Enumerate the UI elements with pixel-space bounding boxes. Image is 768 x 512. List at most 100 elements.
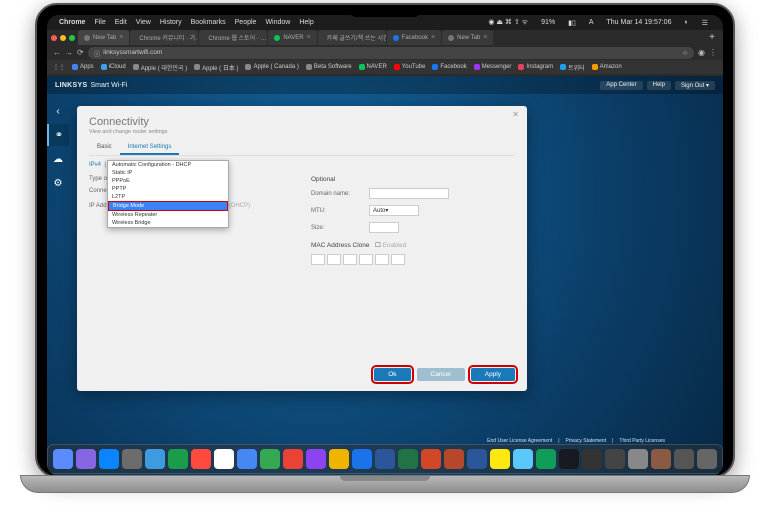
dock-app-icon[interactable] <box>260 449 280 469</box>
site-info-icon[interactable]: ⓘ <box>94 48 101 58</box>
mac-2[interactable] <box>327 254 341 265</box>
dock-app-icon[interactable] <box>674 449 694 469</box>
tab-close-icon[interactable]: × <box>307 34 311 41</box>
menu-window[interactable]: Window <box>265 19 290 26</box>
apply-button[interactable]: Apply <box>471 368 515 381</box>
mac-3[interactable] <box>343 254 357 265</box>
mac-1[interactable] <box>311 254 325 265</box>
mtu-select[interactable]: Auto ▾ <box>369 205 419 216</box>
size-input[interactable] <box>369 222 399 233</box>
app-name[interactable]: Chrome <box>59 19 85 26</box>
tab-close-icon[interactable]: × <box>431 34 435 41</box>
back-icon[interactable]: ← <box>53 48 61 57</box>
ok-button[interactable]: Ok <box>374 368 410 381</box>
browser-tab[interactable]: 카페 글쓰기/책 쓰는 시간× <box>318 30 386 45</box>
dropdown-option[interactable]: Wireless Repeater <box>108 211 228 219</box>
window-max-icon[interactable] <box>69 35 75 41</box>
signout-button[interactable]: Sign Out ▾ <box>675 81 715 90</box>
nav-settings-icon[interactable]: ⚙ <box>47 172 69 194</box>
nav-wifi-icon[interactable]: ☁ <box>47 148 69 170</box>
help-button[interactable]: Help <box>647 81 671 90</box>
bookmark-item[interactable]: iCloud <box>101 64 126 70</box>
dock-app-icon[interactable] <box>375 449 395 469</box>
domain-input[interactable] <box>369 188 449 199</box>
dock-app-icon[interactable] <box>444 449 464 469</box>
dock-app-icon[interactable] <box>352 449 372 469</box>
bookmark-item[interactable]: Apple ( Canada ) <box>245 64 298 70</box>
dock-app-icon[interactable] <box>283 449 303 469</box>
dock-app-icon[interactable] <box>467 449 487 469</box>
panel-close-icon[interactable]: ✕ <box>512 110 519 119</box>
bookmark-item[interactable]: Amazon <box>592 64 622 70</box>
dock-app-icon[interactable] <box>605 449 625 469</box>
bookmark-star-icon[interactable]: ☆ <box>682 49 688 57</box>
bookmark-item[interactable]: Beta Software <box>306 64 352 70</box>
mac-6[interactable] <box>391 254 405 265</box>
dock-app-icon[interactable] <box>490 449 510 469</box>
bookmark-item[interactable]: Messenger <box>474 64 512 70</box>
dock-app-icon[interactable] <box>628 449 648 469</box>
dock-app-icon[interactable] <box>651 449 671 469</box>
dock-app-icon[interactable] <box>76 449 96 469</box>
apps-shortcut-icon[interactable]: ⋮⋮ <box>53 64 65 71</box>
dock-app-icon[interactable] <box>53 449 73 469</box>
browser-tab[interactable]: Chrome 웹 스토어 · …× <box>199 30 267 45</box>
dock-app-icon[interactable] <box>559 449 579 469</box>
ipv4-label[interactable]: IPv4 <box>89 162 101 168</box>
bookmark-item[interactable]: Instagram <box>518 64 553 70</box>
dock-app-icon[interactable] <box>122 449 142 469</box>
bookmark-item[interactable]: NAVER <box>359 64 387 70</box>
window-close-icon[interactable] <box>51 35 57 41</box>
app-center-button[interactable]: App Center <box>600 81 642 90</box>
notification-icon[interactable]: ☰ <box>702 19 708 27</box>
menu-edit[interactable]: Edit <box>115 19 127 26</box>
dock-app-icon[interactable] <box>306 449 326 469</box>
dock-app-icon[interactable] <box>168 449 188 469</box>
profile-icon[interactable]: ◉ <box>698 48 705 57</box>
tab-close-icon[interactable]: × <box>483 34 487 41</box>
dock-app-icon[interactable] <box>536 449 556 469</box>
dropdown-option[interactable]: Wireless Bridge <box>108 219 228 227</box>
dock-app-icon[interactable] <box>697 449 717 469</box>
browser-tab[interactable]: Facebook× <box>387 30 441 45</box>
menu-view[interactable]: View <box>136 19 151 26</box>
window-min-icon[interactable] <box>60 35 66 41</box>
browser-tab[interactable]: New Tab× <box>78 30 129 45</box>
dock-app-icon[interactable] <box>582 449 602 469</box>
browser-tab[interactable]: Chrome 커뮤니티 · 가…× <box>130 30 198 45</box>
dock-app-icon[interactable] <box>145 449 165 469</box>
forward-icon[interactable]: → <box>65 48 73 57</box>
dock-app-icon[interactable] <box>513 449 533 469</box>
mac-5[interactable] <box>375 254 389 265</box>
dock-app-icon[interactable] <box>237 449 257 469</box>
mac-enable-checkbox[interactable]: ☐ <box>375 242 381 249</box>
siri-icon[interactable]: ◐ <box>684 19 688 26</box>
tab-close-icon[interactable]: × <box>119 34 123 41</box>
bookmark-item[interactable]: Facebook <box>432 64 466 70</box>
menu-history[interactable]: History <box>160 19 182 26</box>
menu-people[interactable]: People <box>235 19 257 26</box>
input-lang[interactable]: A <box>589 19 594 26</box>
dock-app-icon[interactable] <box>398 449 418 469</box>
browser-tab[interactable]: NAVER× <box>268 30 316 45</box>
bookmark-item[interactable]: YouTube <box>394 64 426 70</box>
bookmark-item[interactable]: Apps <box>72 64 94 70</box>
reload-icon[interactable]: ⟳ <box>77 48 84 57</box>
new-tab-button[interactable]: + <box>705 32 719 43</box>
dock-app-icon[interactable] <box>329 449 349 469</box>
dropdown-option[interactable]: PPPoE <box>108 177 228 185</box>
dock-app-icon[interactable] <box>99 449 119 469</box>
tab-internet-settings[interactable]: Internet Settings <box>120 141 180 155</box>
browser-tab[interactable]: New Tab× <box>442 30 493 45</box>
bookmark-item[interactable]: 트위터 <box>560 63 585 72</box>
dropdown-option[interactable]: PPTP <box>108 185 228 193</box>
dropdown-option[interactable]: Bridge Mode <box>108 201 228 211</box>
menu-help[interactable]: Help <box>299 19 313 26</box>
connection-type-dropdown[interactable]: Automatic Configuration - DHCPStatic IPP… <box>107 160 229 228</box>
dropdown-option[interactable]: Automatic Configuration - DHCP <box>108 161 228 169</box>
dock-app-icon[interactable] <box>214 449 234 469</box>
menu-file[interactable]: File <box>94 19 105 26</box>
address-bar[interactable]: ⓘ linksyssmartwifi.com ☆ <box>88 47 694 59</box>
menu-bookmarks[interactable]: Bookmarks <box>191 19 226 26</box>
bookmark-item[interactable]: Apple ( 日本 ) <box>194 63 238 72</box>
